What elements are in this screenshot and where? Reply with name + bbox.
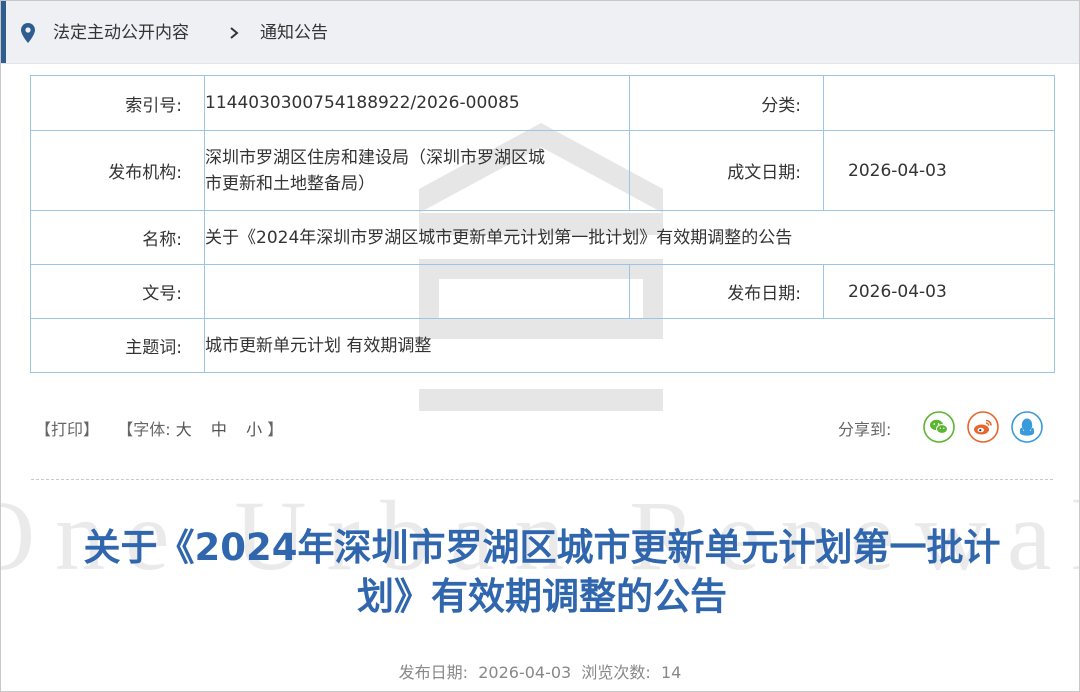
created-date-value: 2026-04-03 [823,130,1055,211]
category-value [823,75,1055,131]
index-value: 1144030300754188922/2026-00085 [204,75,630,131]
meta-row-keywords: 主题词: 城市更新单元计划 有效期调整 [30,318,1055,373]
name-label: 名称: [30,210,205,265]
meta-row-publisher: 发布机构: 深圳市罗湖区住房和建设局（深圳市罗湖区城 市更新和土地整备局） 成文… [30,130,1055,211]
breadcrumb: 法定主动公开内容 通知公告 [1,1,1079,64]
breadcrumb-accent [1,1,6,63]
created-date-label: 成文日期: [629,130,824,211]
index-label: 索引号: [30,75,205,131]
font-large-button[interactable]: 大 [176,420,192,439]
wechat-icon[interactable] [923,411,955,443]
location-pin-icon [21,23,35,43]
docno-value [204,264,630,319]
breadcrumb-item-public-content[interactable]: 法定主动公开内容 [53,21,189,45]
font-medium-button[interactable]: 中 [211,420,227,439]
publisher-value-line2: 市更新和土地整备局） [205,173,375,194]
font-size-prefix: 【字体: [117,420,171,439]
divider [31,479,1053,480]
keywords-value: 城市更新单元计划 有效期调整 [204,318,1055,373]
meta-row-docno: 文号: 发布日期: 2026-04-03 [30,264,1055,319]
meta-row-index: 索引号: 1144030300754188922/2026-00085 分类: [30,75,1055,131]
font-size-suffix: 】 [267,420,284,439]
font-small-button[interactable]: 小 [246,420,262,439]
publisher-label: 发布机构: [30,130,205,211]
document-meta-table: 索引号: 1144030300754188922/2026-00085 分类: … [30,75,1055,373]
publisher-value: 深圳市罗湖区住房和建设局（深圳市罗湖区城 市更新和土地整备局） [204,130,630,211]
meta-row-name: 名称: 关于《2024年深圳市罗湖区城市更新单元计划第一批计划》有效期调整的公告 [30,210,1055,265]
article-title: 关于《2024年深圳市罗湖区城市更新单元计划第一批计 划》有效期调整的公告 [31,523,1053,621]
name-value: 关于《2024年深圳市罗湖区城市更新单元计划第一批计划》有效期调整的公告 [204,210,1055,265]
chevron-right-icon [230,27,239,39]
article-tools: 【打印】 【字体: 大 中 小 】 [35,416,283,440]
weibo-icon[interactable] [967,411,999,443]
keywords-label: 主题词: [30,318,205,373]
docno-label: 文号: [30,264,205,319]
article-publish-info: 发布日期: 2026-04-03 浏览次数: 14 [398,663,682,682]
publisher-value-line1: 深圳市罗湖区住房和建设局（深圳市罗湖区城 [205,147,545,168]
publish-date-label: 发布日期: [629,264,824,319]
page-frame: One Urban Renewal 法定主动公开内容 通知公告 索引号: 114… [0,0,1080,692]
category-label: 分类: [629,75,824,131]
print-button[interactable]: 【打印】 [35,420,99,439]
share-label: 分享到: [838,420,892,439]
qq-icon[interactable] [1011,411,1043,443]
breadcrumb-item-notices[interactable]: 通知公告 [260,21,328,45]
article-title-line2: 划》有效期调整的公告 [357,575,727,618]
article-title-line1: 关于《2024年深圳市罗湖区城市更新单元计划第一批计 [83,526,1001,569]
publish-date-value: 2026-04-03 [823,264,1055,319]
